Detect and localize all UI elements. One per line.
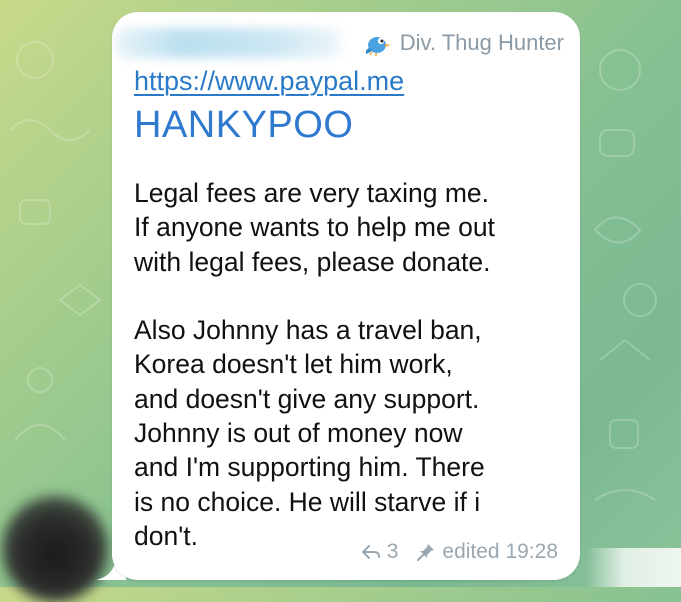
pin-icon [417, 544, 435, 561]
bird-emoji-icon [365, 37, 391, 56]
message-paragraph-1: Legal fees are very taxing me. If anyone… [134, 178, 495, 277]
paypal-link[interactable]: https://www.paypal.me [134, 66, 404, 97]
signature-text: Div. Thug Hunter [399, 30, 564, 55]
sender-name-redacted[interactable] [116, 28, 341, 58]
message-text: Legal fees are very taxing me. If anyone… [134, 176, 574, 553]
sender-avatar-blurred[interactable] [2, 496, 108, 602]
reply-arrow-icon[interactable] [361, 543, 381, 561]
message-meta: 3 edited 19:28 [361, 540, 558, 564]
sender-row: Div. Thug Hunter [112, 28, 580, 62]
reply-count[interactable]: 3 [387, 540, 399, 564]
paypal-handle: HANKYPOO [134, 104, 354, 146]
message-paragraph-2: Also Johnny has a travel ban, Korea does… [134, 315, 485, 551]
edited-timestamp: edited 19:28 [442, 540, 558, 563]
bottom-overlay [586, 548, 681, 587]
message-bubble[interactable]: Div. Thug Hunter https://www.paypal.me H… [112, 12, 580, 580]
author-signature: Div. Thug Hunter [364, 30, 564, 56]
